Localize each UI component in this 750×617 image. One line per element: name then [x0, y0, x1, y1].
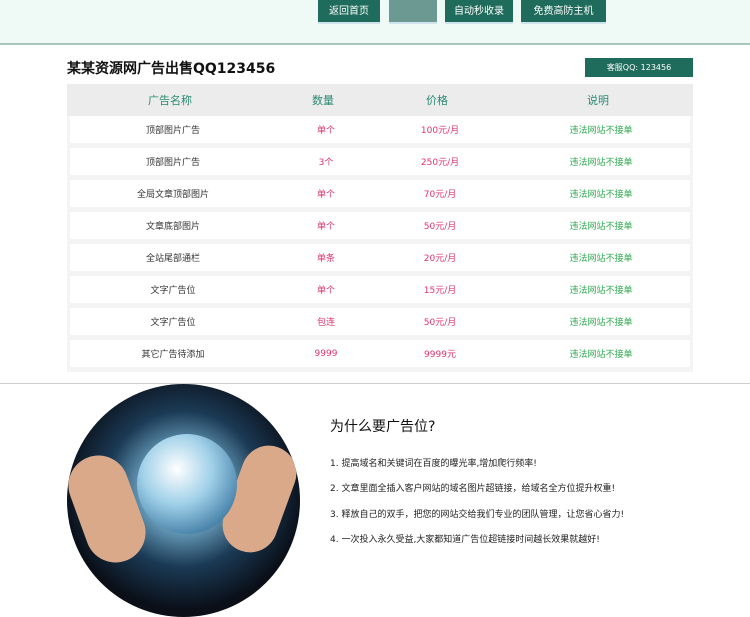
- table-header: 广告名称 数量 价格 说明: [67, 84, 693, 116]
- cell-name: 文章底部图片: [145, 222, 201, 232]
- reason-item: 4. 一次投入永久受益,大家都知道广告位超链接时间越长效果就越好!: [330, 535, 600, 545]
- top-nav-bar: 返回首页 自动秒收录 免费高防主机: [0, 0, 750, 45]
- cell-quantity: 包连: [316, 318, 336, 328]
- cell-price: 50元/月: [423, 222, 457, 232]
- cell-note: 违法网站不接单: [569, 318, 633, 328]
- table-row: 文字广告位 单个 15元/月 违法网站不接单: [70, 276, 690, 303]
- header-price: 价格: [426, 94, 448, 107]
- table-row: 顶部图片广告 单个 100元/月 违法网站不接单: [70, 116, 690, 143]
- table-row: 全站尾部通栏 单条 20元/月 违法网站不接单: [70, 244, 690, 271]
- cell-price: 250元/月: [420, 158, 460, 168]
- cell-quantity: 3个: [318, 158, 334, 168]
- reason-item: 3. 释放自己的双手，把您的网站交给我们专业的团队管理，让您省心省力!: [330, 510, 625, 520]
- globe-hands-image: [67, 384, 300, 617]
- table-row: 其它广告待添加 9999 9999元 违法网站不接单: [70, 340, 690, 367]
- cell-price: 70元/月: [423, 190, 457, 200]
- cell-note: 违法网站不接单: [569, 126, 633, 136]
- page-title: 某某资源网广告出售QQ123456: [67, 61, 276, 77]
- table-row: 全局文章顶部图片 单个 70元/月 违法网站不接单: [70, 180, 690, 207]
- cell-note: 违法网站不接单: [569, 286, 633, 296]
- cell-price: 50元/月: [423, 318, 457, 328]
- contact-qq-button[interactable]: 客服QQ: 123456: [585, 58, 693, 77]
- cell-price: 100元/月: [420, 126, 460, 136]
- cell-quantity: 9999: [314, 348, 338, 359]
- cell-name: 文字广告位: [150, 318, 196, 328]
- cell-quantity: 单个: [316, 126, 336, 136]
- cell-name: 全站尾部通栏: [145, 254, 201, 264]
- reason-item: 2. 文章里面全插入客户网站的域名图片超链接，给域名全方位提升权重!: [330, 484, 616, 494]
- cell-note: 违法网站不接单: [569, 190, 633, 200]
- cell-note: 违法网站不接单: [569, 254, 633, 264]
- auto-index-button[interactable]: 自动秒收录: [445, 0, 513, 24]
- section-divider: [0, 383, 750, 384]
- why-title: 为什么要广告位?: [330, 419, 436, 435]
- home-button[interactable]: 返回首页: [318, 0, 380, 24]
- cell-note: 违法网站不接单: [569, 350, 633, 360]
- cell-name: 其它广告待添加: [141, 350, 205, 360]
- table-row: 文章底部图片 单个 50元/月 违法网站不接单: [70, 212, 690, 239]
- cell-name: 顶部图片广告: [145, 126, 201, 136]
- cell-price: 20元/月: [423, 254, 457, 264]
- header-note: 说明: [587, 94, 609, 107]
- cell-name: 文字广告位: [150, 286, 196, 296]
- cell-name: 全局文章顶部图片: [136, 190, 210, 200]
- header-quantity: 数量: [312, 94, 334, 107]
- globe-icon: [137, 434, 237, 534]
- table-row: 文字广告位 包连 50元/月 违法网站不接单: [70, 308, 690, 335]
- cell-note: 违法网站不接单: [569, 158, 633, 168]
- cell-quantity: 单个: [316, 190, 336, 200]
- cell-quantity: 单条: [316, 254, 336, 264]
- blurred-nav-button[interactable]: [389, 0, 437, 24]
- free-host-button[interactable]: 免费高防主机: [521, 0, 606, 24]
- table-row: 顶部图片广告 3个 250元/月 违法网站不接单: [70, 148, 690, 175]
- cell-price: 9999元: [424, 350, 456, 360]
- cell-note: 违法网站不接单: [569, 222, 633, 232]
- cell-price: 15元/月: [423, 286, 457, 296]
- header-name: 广告名称: [148, 94, 192, 107]
- reason-item: 1. 提高域名和关键词在百度的曝光率,增加爬行频率!: [330, 459, 537, 469]
- cell-quantity: 单个: [316, 286, 336, 296]
- cell-name: 顶部图片广告: [145, 158, 201, 168]
- ad-price-table: 广告名称 数量 价格 说明 顶部图片广告 单个 100元/月 违法网站不接单 顶部图片广…: [67, 84, 693, 372]
- cell-quantity: 单个: [316, 222, 336, 232]
